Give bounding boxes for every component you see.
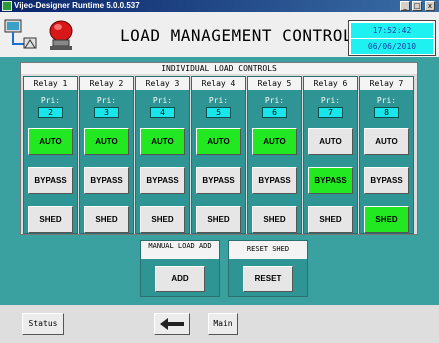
date-value: 06/06/2010 (351, 39, 433, 54)
add-button[interactable]: ADD (155, 266, 205, 292)
priority-label: Pri: (96, 96, 117, 105)
minimize-button[interactable]: _ (400, 1, 410, 11)
app-icon (2, 1, 12, 11)
bypass-button[interactable]: BYPASS (140, 167, 185, 194)
priority-label: Pri: (320, 96, 341, 105)
relay-label: Relay 3 (136, 77, 189, 90)
shed-button[interactable]: SHED (364, 206, 409, 233)
manual-load-add-panel: MANUAL LOAD ADD ADD (140, 240, 220, 297)
network-icon[interactable] (4, 18, 38, 52)
priority-label: Pri: (208, 96, 229, 105)
page-title: LOAD MANAGEMENT CONTROL (120, 26, 354, 45)
bypass-button[interactable]: BYPASS (28, 167, 73, 194)
clock-display: 17:52:42 06/06/2010 (348, 20, 436, 56)
main-button[interactable]: Main (208, 313, 238, 335)
relay-label: Relay 5 (248, 77, 301, 90)
auto-button[interactable]: AUTO (28, 128, 73, 155)
priority-label: Pri: (376, 96, 397, 105)
relay-6: Relay 6 Pri: 7 AUTO BYPASS SHED (303, 76, 358, 234)
priority-label: Pri: (40, 96, 61, 105)
auto-button[interactable]: AUTO (140, 128, 185, 155)
shed-button[interactable]: SHED (84, 206, 129, 233)
relay-5: Relay 5 Pri: 6 AUTO BYPASS SHED (247, 76, 302, 234)
bypass-button[interactable]: BYPASS (252, 167, 297, 194)
title-bar: Vijeo-Designer Runtime 5.0.0.537 _ □ x (0, 0, 439, 12)
main-panel: INDIVIDUAL LOAD CONTROLS Relay 1 Pri: 2 … (0, 57, 439, 305)
maximize-button[interactable]: □ (412, 1, 422, 11)
shed-button[interactable]: SHED (140, 206, 185, 233)
priority-value[interactable]: 5 (206, 107, 231, 118)
shed-button[interactable]: SHED (252, 206, 297, 233)
priority-value[interactable]: 8 (374, 107, 399, 118)
header: LOAD MANAGEMENT CONTROL 17:52:42 06/06/2… (0, 12, 439, 57)
window-title: Vijeo-Designer Runtime 5.0.0.537 (14, 1, 140, 10)
section-title: INDIVIDUAL LOAD CONTROLS (21, 63, 417, 74)
back-button[interactable] (154, 313, 190, 335)
manual-load-title: MANUAL LOAD ADD (141, 241, 219, 259)
auto-button[interactable]: AUTO (196, 128, 241, 155)
priority-value[interactable]: 4 (150, 107, 175, 118)
relay-1: Relay 1 Pri: 2 AUTO BYPASS SHED (23, 76, 78, 234)
relay-label: Relay 4 (192, 77, 245, 90)
app-window: Vijeo-Designer Runtime 5.0.0.537 _ □ x L… (0, 0, 439, 343)
relay-3: Relay 3 Pri: 4 AUTO BYPASS SHED (135, 76, 190, 234)
shed-button[interactable]: SHED (28, 206, 73, 233)
alarm-beacon-icon[interactable] (44, 18, 78, 52)
priority-value[interactable]: 6 (262, 107, 287, 118)
time-value: 17:52:42 (351, 23, 433, 38)
relay-7: Relay 7 Pri: 8 AUTO BYPASS SHED (359, 76, 414, 234)
relay-label: Relay 7 (360, 77, 413, 90)
back-arrow-icon (159, 318, 185, 333)
auto-button[interactable]: AUTO (252, 128, 297, 155)
auto-button[interactable]: AUTO (84, 128, 129, 155)
priority-label: Pri: (152, 96, 173, 105)
priority-value[interactable]: 2 (38, 107, 63, 118)
priority-label: Pri: (264, 96, 285, 105)
bypass-button[interactable]: BYPASS (196, 167, 241, 194)
individual-load-controls: INDIVIDUAL LOAD CONTROLS Relay 1 Pri: 2 … (20, 62, 418, 235)
relay-label: Relay 1 (24, 77, 77, 90)
shed-button[interactable]: SHED (196, 206, 241, 233)
priority-value[interactable]: 3 (94, 107, 119, 118)
shed-button[interactable]: SHED (308, 206, 353, 233)
footer: Status Main (0, 305, 439, 343)
reset-shed-title: RESET SHED (229, 241, 307, 259)
bypass-button[interactable]: BYPASS (84, 167, 129, 194)
status-button[interactable]: Status (22, 313, 64, 335)
relay-2: Relay 2 Pri: 3 AUTO BYPASS SHED (79, 76, 134, 234)
priority-value[interactable]: 7 (318, 107, 343, 118)
relay-4: Relay 4 Pri: 5 AUTO BYPASS SHED (191, 76, 246, 234)
reset-shed-panel: RESET SHED RESET (228, 240, 308, 297)
bypass-button[interactable]: BYPASS (364, 167, 409, 194)
relay-label: Relay 6 (304, 77, 357, 90)
close-button[interactable]: x (425, 1, 435, 11)
bypass-button[interactable]: BYPASS (308, 167, 353, 194)
relay-label: Relay 2 (80, 77, 133, 90)
auto-button[interactable]: AUTO (364, 128, 409, 155)
reset-button[interactable]: RESET (243, 266, 293, 292)
auto-button[interactable]: AUTO (308, 128, 353, 155)
